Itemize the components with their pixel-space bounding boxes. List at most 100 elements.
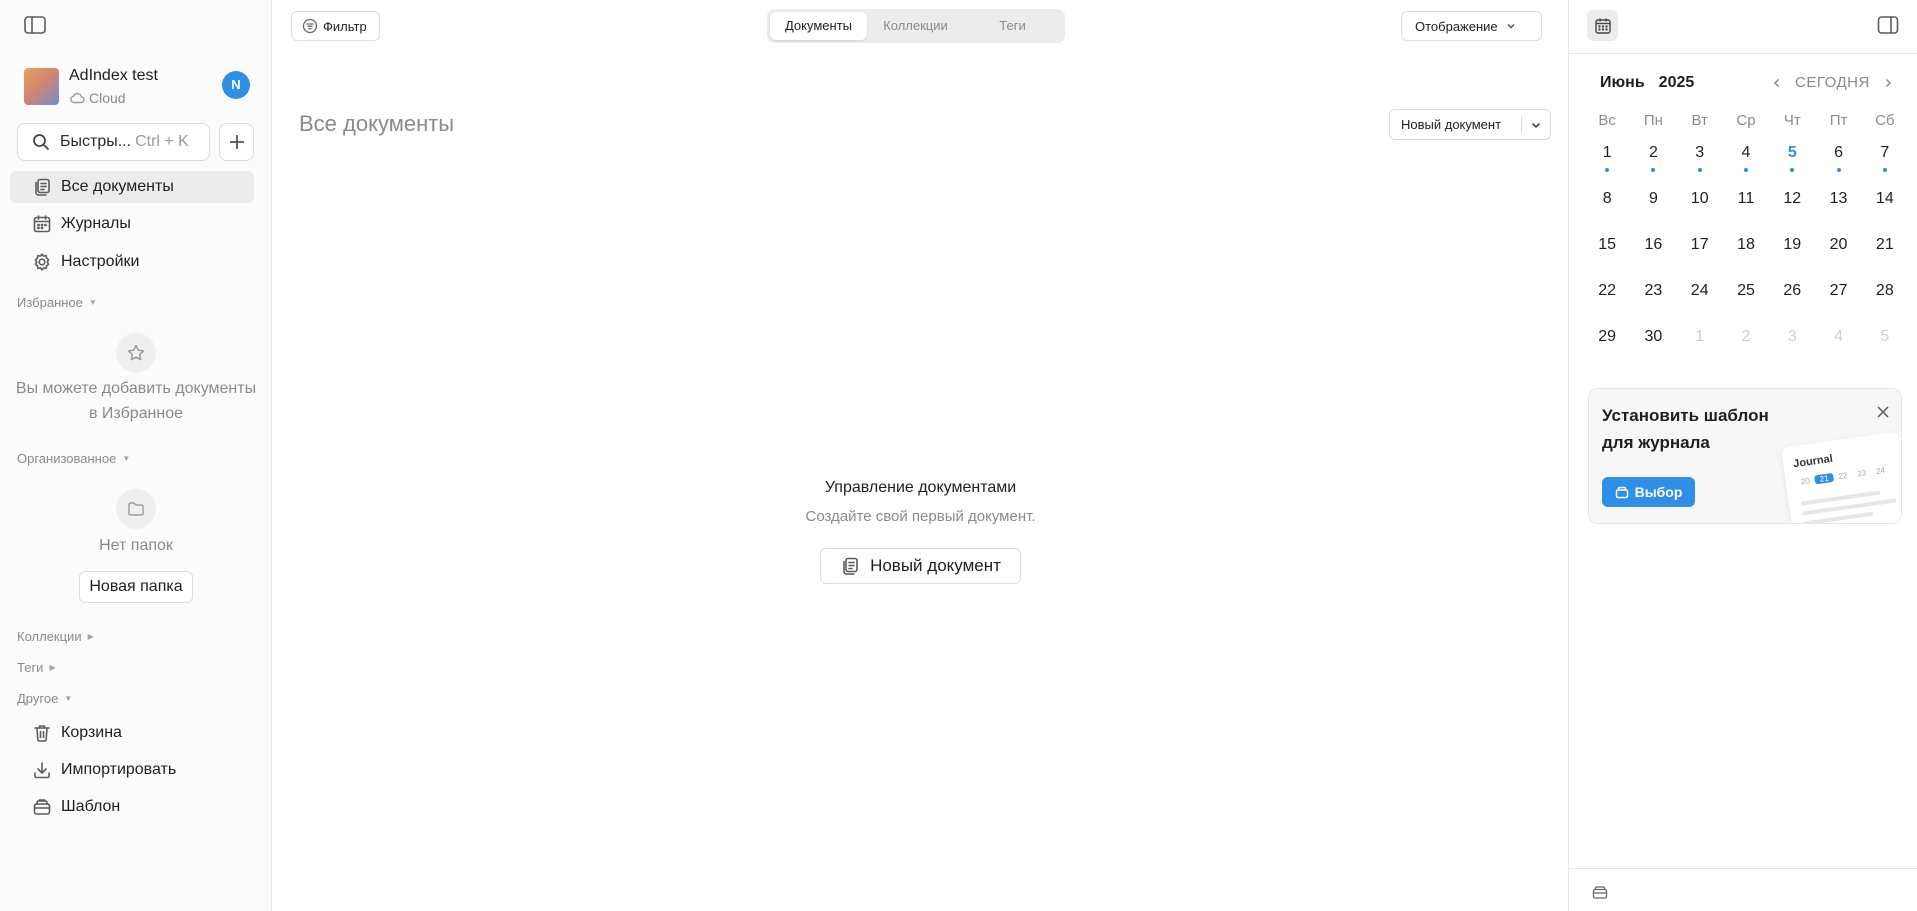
section-other[interactable]: Другое ▼ [17,691,72,706]
section-favorites[interactable]: Избранное ▼ [17,295,97,310]
weekday-label: Пн [1643,112,1663,129]
nav-journals[interactable]: Журналы [10,208,254,240]
workspace-type: Cloud [89,90,126,106]
tab-tags[interactable]: Теги [964,12,1061,40]
tab-collections[interactable]: Коллекции [867,12,964,40]
calendar-day[interactable]: 15 [1584,228,1630,274]
workspace-switcher[interactable]: AdIndex test Cloud [24,66,158,106]
right-panel-header [1569,0,1917,54]
calendar-day[interactable]: 13 [1815,182,1861,228]
search-shortcut: Ctrl + K [135,133,189,150]
calendar-day-number: 14 [1875,190,1894,207]
calendar-day[interactable]: 8 [1584,182,1630,228]
template-icon[interactable] [1592,884,1608,900]
calendar-day[interactable]: 7 [1862,136,1908,182]
calendar-month-year[interactable]: Июнь 2025 [1600,74,1694,92]
filter-icon [302,18,318,34]
section-organized[interactable]: Организованное ▼ [17,451,130,466]
nav-settings[interactable]: Настройки [10,246,254,278]
new-folder-button[interactable]: Новая папка [79,571,193,603]
section-tags[interactable]: Теги ▶ [17,660,56,675]
new-document-menu-button[interactable] [1522,119,1550,131]
create-document-button[interactable]: Новый документ [820,548,1021,584]
nav-template[interactable]: Шаблон [10,791,254,823]
calendar-day[interactable]: 1 [1584,136,1630,182]
calendar-day-number: 27 [1829,282,1848,299]
calendar-day[interactable]: 19 [1769,228,1815,274]
calendar-day-number: 9 [1648,190,1658,207]
choose-template-label: Выбор [1634,484,1683,500]
documents-icon [840,556,860,576]
close-icon[interactable] [1876,405,1890,419]
calendar-day[interactable]: 29 [1584,320,1630,366]
today-button[interactable]: СЕГОДНЯ [1795,74,1870,91]
calendar-day[interactable]: 6 [1815,136,1861,182]
calendar-day-today[interactable]: 5 [1769,136,1815,182]
choose-template-button[interactable]: Выбор [1602,477,1695,507]
calendar-tab[interactable] [1587,10,1618,41]
display-label: Отображение [1415,18,1498,34]
weekday-label: Ср [1736,112,1756,129]
calendar-day[interactable]: 12 [1769,182,1815,228]
journal-preview-day: 22 [1837,470,1848,482]
new-document-button[interactable]: Новый документ [1390,117,1521,132]
calendar-day-outside[interactable]: 1 [1677,320,1723,366]
calendar-day[interactable]: 23 [1630,274,1676,320]
folder-icon [116,489,156,529]
calendar-icon [32,214,52,234]
chevron-left-icon[interactable] [1771,77,1783,89]
display-options-button[interactable]: Отображение [1401,11,1542,41]
search-icon [32,133,50,151]
calendar-day[interactable]: 9 [1630,182,1676,228]
weekday-label: Пт [1829,112,1848,129]
caret-down-icon: ▼ [64,694,73,703]
nav-import[interactable]: Импортировать [10,754,254,786]
section-collections[interactable]: Коллекции ▶ [17,629,94,644]
nav-trash[interactable]: Корзина [10,717,254,749]
calendar-day[interactable]: 25 [1723,274,1769,320]
calendar-day[interactable]: 24 [1677,274,1723,320]
calendar-day[interactable]: 28 [1862,274,1908,320]
right-panel-toggle-icon[interactable] [1876,14,1900,36]
calendar-day[interactable]: 27 [1815,274,1861,320]
calendar-day[interactable]: 3 [1677,136,1723,182]
right-panel: Июнь 2025 СЕГОДНЯ Вс Пн Вт Ср Чт Пт Сб 1 2 3 4 5 6 7 8 9… [1568,0,1917,911]
calendar-day-outside[interactable]: 5 [1862,320,1908,366]
nav-label: Все документы [61,178,174,195]
calendar-day[interactable]: 18 [1723,228,1769,274]
calendar-day-outside[interactable]: 4 [1815,320,1861,366]
calendar-day-outside[interactable]: 3 [1769,320,1815,366]
calendar-day-number: 5 [1787,144,1797,161]
section-title: Избранное [17,295,83,310]
tab-documents[interactable]: Документы [770,12,867,40]
calendar-day[interactable]: 21 [1862,228,1908,274]
calendar-day[interactable]: 17 [1677,228,1723,274]
sidebar-toggle-icon[interactable] [22,14,48,36]
calendar-day-number: 10 [1690,190,1709,207]
create-document-label: Новый документ [870,556,1001,575]
quick-search[interactable]: Быстры... Ctrl + K [17,123,210,161]
calendar-day-outside[interactable]: 2 [1723,320,1769,366]
calendar-day-number: 1 [1695,328,1705,345]
journal-entry-dot [1882,168,1887,172]
calendar-day[interactable]: 2 [1630,136,1676,182]
journal-preview-day: 23 [1856,468,1867,479]
journal-entry-dot [1790,168,1795,172]
chevron-right-icon[interactable] [1882,77,1894,89]
calendar-day[interactable]: 16 [1630,228,1676,274]
filter-button[interactable]: Фильтр [291,11,380,41]
calendar-day[interactable]: 22 [1584,274,1630,320]
calendar-day[interactable]: 11 [1723,182,1769,228]
add-button[interactable] [219,123,254,161]
calendar-day[interactable]: 4 [1723,136,1769,182]
calendar-day[interactable]: 20 [1815,228,1861,274]
nav-all-documents[interactable]: Все документы [10,171,254,203]
calendar-day[interactable]: 30 [1630,320,1676,366]
calendar-day-number: 15 [1598,236,1617,253]
calendar-day[interactable]: 10 [1677,182,1723,228]
calendar-day[interactable]: 26 [1769,274,1815,320]
calendar-day-number: 2 [1648,144,1658,161]
journal-preview-day: 24 [1875,465,1886,476]
user-avatar[interactable]: N [222,71,250,99]
calendar-day[interactable]: 14 [1862,182,1908,228]
